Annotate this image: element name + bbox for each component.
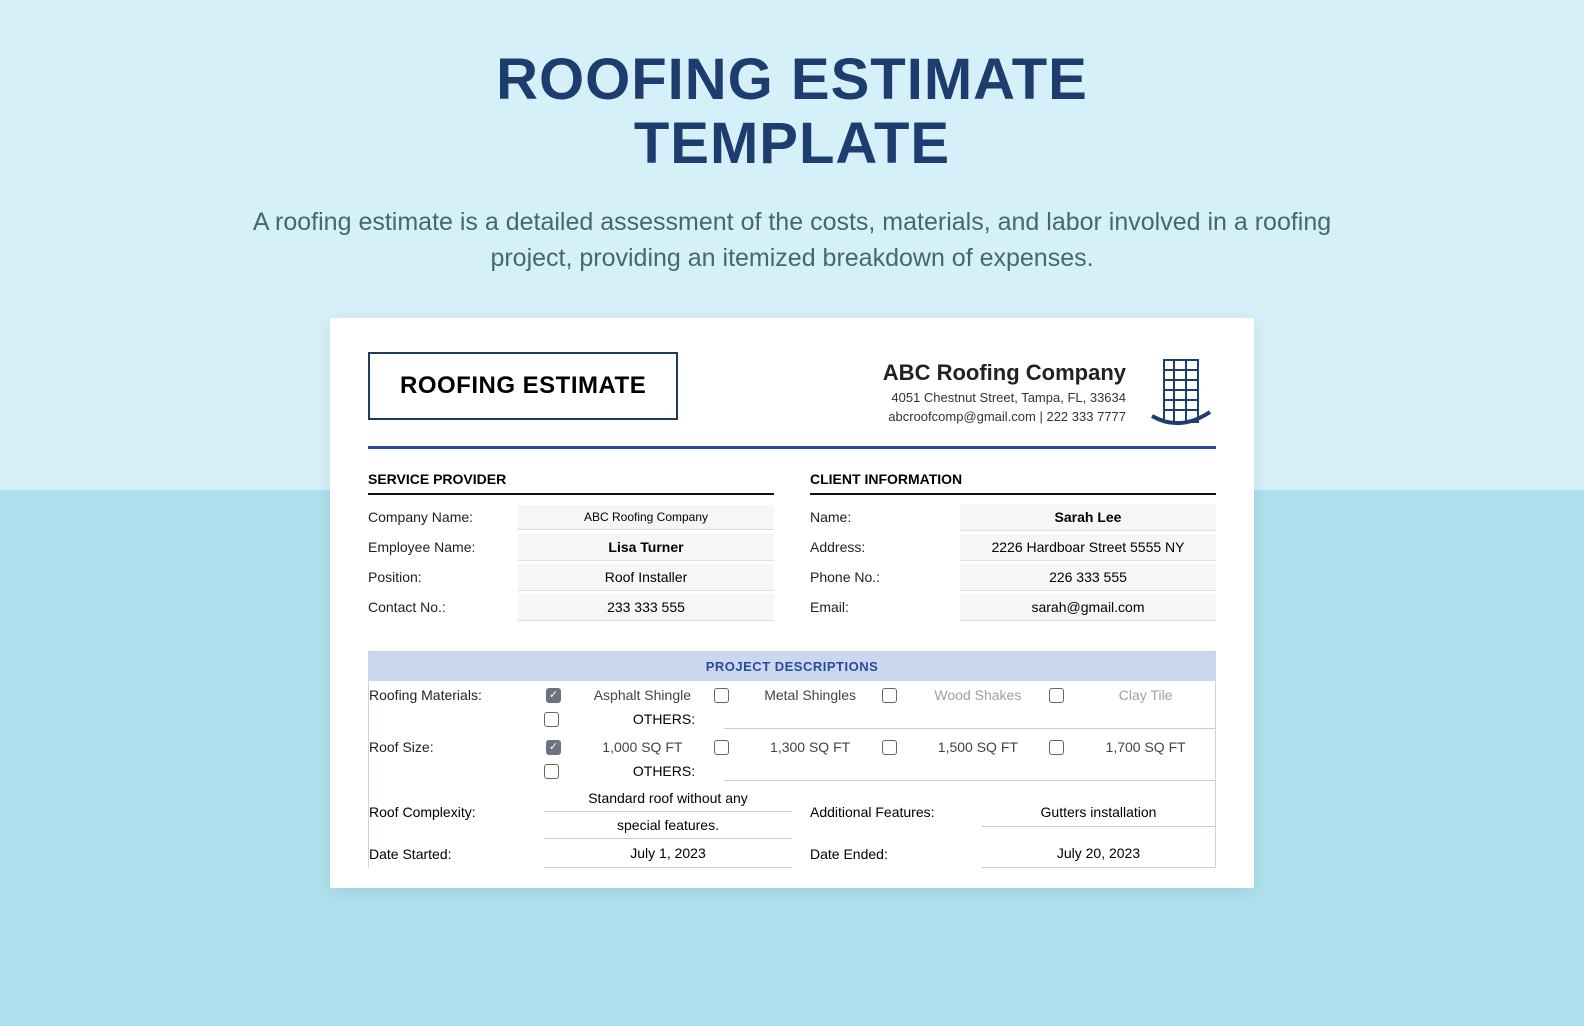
- hero-section: ROOFING ESTIMATE TEMPLATE A roofing esti…: [0, 0, 1584, 276]
- field-row: Email: sarah@gmail.com: [810, 593, 1216, 621]
- checkbox-checked-icon[interactable]: [546, 688, 561, 703]
- field-row: Company Name: ABC Roofing Company: [368, 503, 774, 531]
- building-icon: [1144, 352, 1216, 432]
- option-label: 1,500 SQ FT: [911, 739, 1046, 755]
- others-input-line[interactable]: [724, 709, 1215, 729]
- company-contact: abcroofcomp@gmail.com | 222 333 7777: [883, 409, 1126, 424]
- materials-others-row: OTHERS:: [369, 709, 1215, 729]
- complexity-value: Standard roof without any special featur…: [544, 785, 792, 839]
- company-block: ABC Roofing Company 4051 Chestnut Street…: [883, 352, 1216, 432]
- option-label: Asphalt Shingle: [575, 687, 710, 703]
- size-option: 1,000 SQ FT: [544, 735, 712, 759]
- field-row: Name: Sarah Lee: [810, 503, 1216, 531]
- field-label: Employee Name:: [368, 533, 518, 561]
- option-label: Metal Shingles: [743, 687, 878, 703]
- checkbox-icon[interactable]: [882, 740, 897, 755]
- row-label: Roof Size:: [369, 733, 544, 761]
- info-columns: SERVICE PROVIDER Company Name: ABC Roofi…: [368, 471, 1216, 623]
- field-row: Contact No.: 233 333 555: [368, 593, 774, 621]
- field-value: 233 333 555: [518, 594, 774, 621]
- option-label: Clay Tile: [1078, 687, 1213, 703]
- field-value: 226 333 555: [960, 564, 1216, 591]
- estimate-document: ROOFING ESTIMATE ABC Roofing Company 405…: [330, 318, 1254, 888]
- size-option: 1,300 SQ FT: [712, 735, 880, 759]
- material-option: Metal Shingles: [712, 683, 880, 707]
- complexity-label: Roof Complexity:: [369, 798, 544, 826]
- field-value: Roof Installer: [518, 564, 774, 591]
- checkbox-icon[interactable]: [544, 764, 559, 779]
- size-option: 1,700 SQ FT: [1047, 735, 1215, 759]
- checkbox-icon[interactable]: [1049, 688, 1064, 703]
- option-label: 1,300 SQ FT: [743, 739, 878, 755]
- date-ended-value: July 20, 2023: [982, 839, 1215, 868]
- size-row: Roof Size: 1,000 SQ FT 1,300 SQ FT 1,500…: [369, 733, 1215, 761]
- project-header: PROJECT DESCRIPTIONS: [369, 652, 1215, 681]
- field-row: Phone No.: 226 333 555: [810, 563, 1216, 591]
- checkbox-icon[interactable]: [714, 688, 729, 703]
- others-label: OTHERS:: [604, 763, 724, 779]
- additional-label: Additional Features:: [792, 798, 982, 826]
- field-value: sarah@gmail.com: [960, 594, 1216, 621]
- checkbox-icon[interactable]: [1049, 740, 1064, 755]
- field-label: Name:: [810, 503, 960, 531]
- dates-row: Date Started: July 1, 2023 Date Ended: J…: [369, 839, 1215, 868]
- title-line-2: TEMPLATE: [0, 112, 1584, 176]
- row-label: Roofing Materials:: [369, 681, 544, 709]
- option-label: 1,000 SQ FT: [575, 739, 710, 755]
- size-option: 1,500 SQ FT: [880, 735, 1048, 759]
- field-row: Position: Roof Installer: [368, 563, 774, 591]
- option-label: Wood Shakes: [911, 687, 1046, 703]
- document-title-box: ROOFING ESTIMATE: [368, 352, 678, 420]
- field-label: Address:: [810, 533, 960, 561]
- field-value: Lisa Turner: [518, 534, 774, 561]
- materials-row: Roofing Materials: Asphalt Shingle Metal…: [369, 681, 1215, 709]
- field-row: Employee Name: Lisa Turner: [368, 533, 774, 561]
- date-started-label: Date Started:: [369, 840, 544, 868]
- date-started-value: July 1, 2023: [544, 839, 792, 868]
- material-option: Asphalt Shingle: [544, 683, 712, 707]
- field-label: Position:: [368, 563, 518, 591]
- checkbox-icon[interactable]: [544, 712, 559, 727]
- checkbox-icon[interactable]: [714, 740, 729, 755]
- others-label: OTHERS:: [604, 711, 724, 727]
- field-value: 2226 Hardboar Street 5555 NY: [960, 534, 1216, 561]
- option-label: 1,700 SQ FT: [1078, 739, 1213, 755]
- field-value: Sarah Lee: [960, 504, 1216, 531]
- field-value: ABC Roofing Company: [518, 505, 774, 530]
- provider-heading: SERVICE PROVIDER: [368, 471, 774, 495]
- size-others-row: OTHERS:: [369, 761, 1215, 781]
- material-option: Clay Tile: [1047, 683, 1215, 707]
- field-label: Contact No.:: [368, 593, 518, 621]
- client-heading: CLIENT INFORMATION: [810, 471, 1216, 495]
- others-input-line[interactable]: [724, 761, 1215, 781]
- company-name: ABC Roofing Company: [883, 360, 1126, 386]
- additional-value: Gutters installation: [982, 798, 1215, 827]
- field-label: Company Name:: [368, 503, 518, 531]
- document-header: ROOFING ESTIMATE ABC Roofing Company 405…: [368, 352, 1216, 449]
- title-line-1: ROOFING ESTIMATE: [0, 48, 1584, 112]
- date-ended-label: Date Ended:: [792, 840, 982, 868]
- material-option: Wood Shakes: [880, 683, 1048, 707]
- checkbox-checked-icon[interactable]: [546, 740, 561, 755]
- client-info-section: CLIENT INFORMATION Name: Sarah Lee Addre…: [810, 471, 1216, 623]
- checkbox-icon[interactable]: [882, 688, 897, 703]
- company-address: 4051 Chestnut Street, Tampa, FL, 33634: [883, 390, 1126, 405]
- field-row: Address: 2226 Hardboar Street 5555 NY: [810, 533, 1216, 561]
- field-label: Phone No.:: [810, 563, 960, 591]
- service-provider-section: SERVICE PROVIDER Company Name: ABC Roofi…: [368, 471, 774, 623]
- project-descriptions: PROJECT DESCRIPTIONS Roofing Materials: …: [368, 651, 1216, 868]
- page-description: A roofing estimate is a detailed assessm…: [242, 204, 1342, 277]
- complexity-row: Roof Complexity: Standard roof without a…: [369, 785, 1215, 839]
- field-label: Email:: [810, 593, 960, 621]
- page-title: ROOFING ESTIMATE TEMPLATE: [0, 48, 1584, 176]
